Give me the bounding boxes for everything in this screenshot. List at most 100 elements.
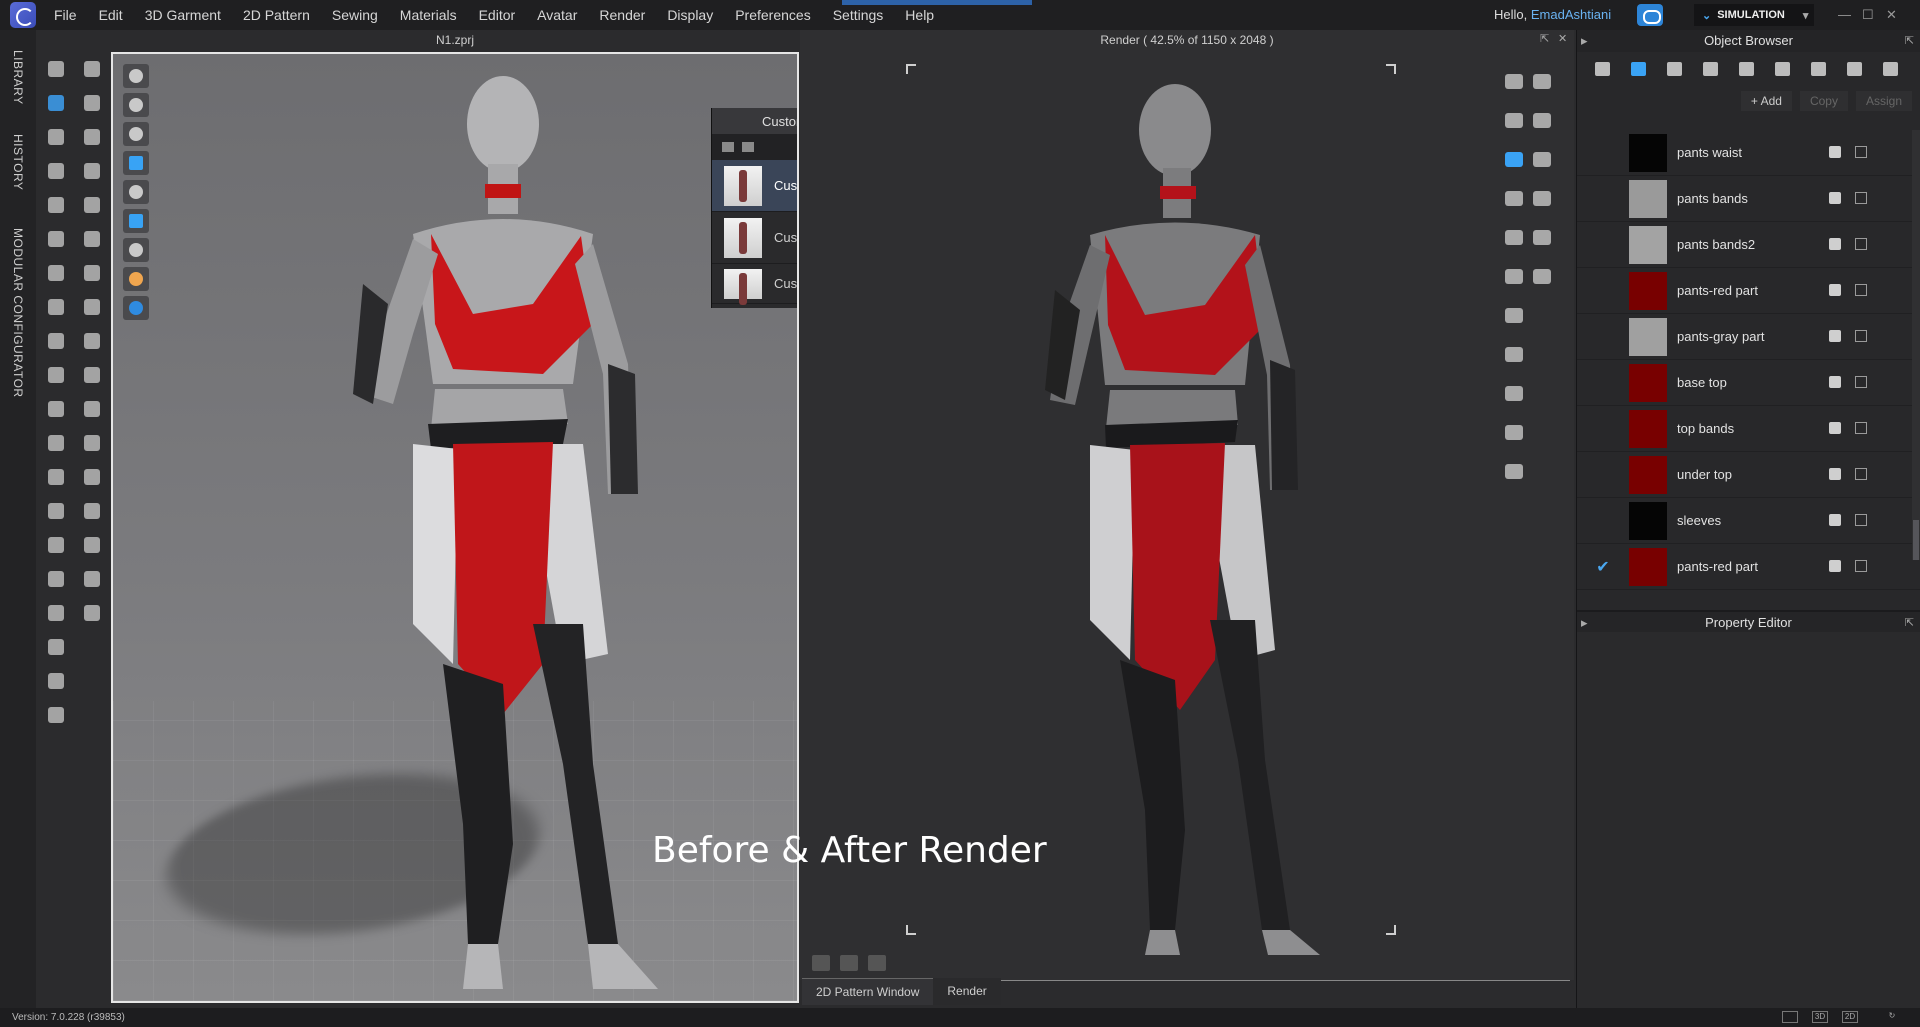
play-render-icon[interactable] [1500,109,1528,133]
garment-display-icon[interactable] [123,93,149,117]
layout-1-icon[interactable] [1782,1011,1798,1023]
gallery-icon[interactable] [1500,304,1528,328]
avatar-tab-icon[interactable] [1837,55,1873,83]
menu-render[interactable]: Render [599,7,645,23]
render-refresh-icon[interactable] [1500,70,1528,94]
fabric-render-icon[interactable] [123,64,149,88]
menu-settings[interactable]: Settings [833,7,884,23]
line-icon[interactable] [41,636,71,660]
copy-button[interactable]: Copy [1799,91,1848,111]
scale-icon[interactable] [840,955,858,971]
arrange-icon[interactable] [41,228,71,252]
grid-icon[interactable] [868,955,886,971]
video-icon[interactable] [1500,421,1528,445]
visibility-icon[interactable] [1829,422,1841,434]
texture-blue-icon[interactable] [123,209,149,233]
measure-icon[interactable] [41,330,71,354]
cylinder-icon[interactable] [1528,226,1556,250]
mode-dropdown[interactable]: ⌄ SIMULATION ▾ [1694,4,1814,26]
tab-2d-pattern-window[interactable]: 2D Pattern Window [802,978,934,1005]
pencil-icon[interactable] [77,160,107,184]
visibility-icon[interactable] [1829,284,1841,296]
cut-icon[interactable] [77,194,107,218]
duplicate-icon[interactable] [1855,192,1867,204]
layout-2d-icon[interactable]: 2D [1842,1011,1858,1023]
app-logo-icon[interactable] [10,2,36,28]
shirt-back-icon[interactable] [41,704,71,728]
cloud-icon[interactable] [1637,4,1663,26]
skin-icon[interactable] [123,267,149,291]
maximize-icon[interactable]: ☐ [1862,7,1874,23]
ruler-tab-icon[interactable] [1873,55,1909,83]
shirt-icon[interactable] [41,466,71,490]
layout-3d-icon[interactable]: 3D [1812,1011,1828,1023]
list-item[interactable]: pants-gray part [1577,314,1920,360]
menu-editor[interactable]: Editor [479,7,516,23]
minimize-icon[interactable]: — [1838,7,1851,22]
garment-icon[interactable] [41,160,71,184]
user-name-link[interactable]: EmadAshtiani [1531,7,1611,22]
image-icon[interactable] [1500,265,1528,289]
spotlight-icon[interactable] [1528,187,1556,211]
visibility-icon[interactable] [1829,376,1841,388]
avatar-display-icon[interactable] [123,180,149,204]
walk-icon[interactable] [77,58,107,82]
duplicate-icon[interactable] [1855,560,1867,572]
material-list-scrollbar[interactable] [1912,130,1920,560]
list-item[interactable]: base top [1577,360,1920,406]
menu-materials[interactable]: Materials [400,7,457,23]
photo-icon[interactable] [1500,343,1528,367]
collapse-arrow-icon[interactable]: ▸ [1581,612,1588,634]
camera-render-icon[interactable] [1500,226,1528,250]
visibility-icon[interactable] [1829,468,1841,480]
layer-icon[interactable] [77,500,107,524]
custom-view-item-1[interactable]: Custom_View_1 [712,160,797,212]
texture-icon[interactable] [41,432,71,456]
vest-icon[interactable] [77,432,107,456]
grid-icon[interactable] [77,568,107,592]
avatar-tool-icon[interactable] [41,534,71,558]
seam-icon[interactable] [77,262,107,286]
sun-icon[interactable] [1500,382,1528,406]
expand-icon[interactable] [77,602,107,626]
lock-icon[interactable] [77,398,107,422]
list-item[interactable]: sleeves [1577,498,1920,544]
fold-icon[interactable] [41,194,71,218]
tack-icon[interactable] [41,262,71,286]
popout-icon[interactable]: ⇱ [1905,612,1914,634]
menu-3d-garment[interactable]: 3D Garment [145,7,221,23]
avatar-3d-figure[interactable] [263,64,703,994]
custom-view-item-2[interactable]: Custom_View_2 [712,212,797,264]
fabric-icon[interactable] [41,398,71,422]
duplicate-icon[interactable] [1855,514,1867,526]
shirt-front-icon[interactable] [41,670,71,694]
tab-history[interactable]: HISTORY [11,134,25,190]
download-icon[interactable] [1528,70,1556,94]
visibility-icon[interactable] [1829,560,1841,572]
menu-2d-pattern[interactable]: 2D Pattern [243,7,310,23]
menu-display[interactable]: Display [667,7,713,23]
visibility-icon[interactable] [1829,330,1841,342]
save-icon[interactable] [742,142,754,152]
pen-icon[interactable] [77,126,107,150]
visibility-icon[interactable] [1829,146,1841,158]
select-icon[interactable] [77,92,107,116]
button-tab-icon[interactable] [1693,55,1729,83]
duplicate-icon[interactable] [1855,468,1867,480]
list-item[interactable]: pants waist [1577,130,1920,176]
custom-view-item-3[interactable]: Custom_View_3 [712,264,797,305]
pants-icon[interactable] [41,500,71,524]
garment-blue-icon[interactable] [123,151,149,175]
record-icon[interactable] [1500,460,1528,484]
list-item[interactable]: ✔ pants-red part [1577,544,1920,590]
refresh-icon[interactable]: ↻ [1884,1011,1900,1023]
duplicate-icon[interactable] [1855,376,1867,388]
tab-modular-configurator[interactable]: MODULAR CONFIGURATOR [11,228,25,398]
checker-icon[interactable] [1657,55,1693,83]
duplicate-icon[interactable] [1855,330,1867,342]
size-icon[interactable] [41,568,71,592]
list-item[interactable]: pants-red part [1577,268,1920,314]
light-icon[interactable] [1528,148,1556,172]
tape-icon[interactable] [41,364,71,388]
menu-file[interactable]: File [54,7,77,23]
